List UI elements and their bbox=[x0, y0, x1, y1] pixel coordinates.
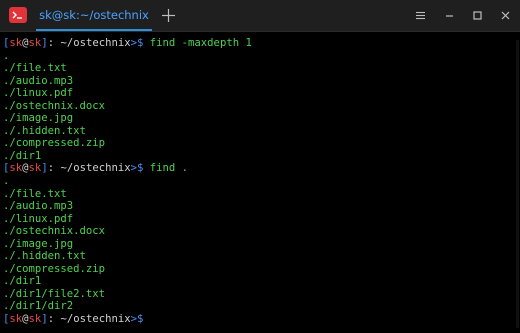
tab-title: sk@sk:~/ostechnix bbox=[39, 8, 149, 22]
prompt-path: ~/ostechnix bbox=[60, 313, 131, 326]
minimize-icon bbox=[446, 15, 453, 17]
terminal-icon bbox=[9, 7, 27, 23]
prompt-symbol: >$ bbox=[130, 313, 150, 326]
prompt-line: [sk@sk]: ~/ostechnix>$ bbox=[3, 313, 517, 326]
new-tab-button[interactable] bbox=[160, 7, 177, 24]
output-line: ./compressed.zip bbox=[3, 137, 106, 150]
prompt-separator: : bbox=[47, 313, 61, 326]
prompt-user: sk bbox=[9, 313, 23, 326]
prompt-path: ~/ostechnix bbox=[60, 37, 131, 49]
prompt-separator: : bbox=[47, 162, 61, 175]
menu-button[interactable] bbox=[412, 7, 429, 24]
hamburger-menu-icon bbox=[416, 11, 425, 20]
scrollbar[interactable] bbox=[516, 40, 519, 328]
maximize-icon bbox=[473, 11, 482, 20]
prompt-host: sk bbox=[28, 162, 42, 175]
prompt-line: [sk@sk]: ~/ostechnix>$ find -maxdepth 1 bbox=[3, 37, 517, 50]
output-line: ./audio.mp3 bbox=[3, 200, 74, 213]
title-bar: sk@sk:~/ostechnix bbox=[0, 0, 520, 32]
plus-icon bbox=[162, 9, 175, 22]
output-line: ./linux.pdf bbox=[3, 87, 74, 100]
output-line: . bbox=[3, 49, 10, 62]
maximize-button[interactable] bbox=[469, 7, 486, 24]
output-line: ./linux.pdf bbox=[3, 212, 74, 225]
output-line: ./.hidden.txt bbox=[3, 250, 86, 263]
output-line: ./dir1/dir2 bbox=[3, 300, 74, 313]
output-line: ./ostechnix.docx bbox=[3, 225, 106, 238]
output-line: . bbox=[3, 175, 10, 188]
output-line: ./image.jpg bbox=[3, 112, 74, 125]
terminal-output[interactable]: [sk@sk]: ~/ostechnix>$ find -maxdepth 1.… bbox=[3, 37, 517, 331]
prompt-host: sk bbox=[28, 313, 42, 326]
prompt-symbol: >$ bbox=[130, 162, 150, 175]
prompt-separator: : bbox=[47, 37, 61, 49]
output-line: ./image.jpg bbox=[3, 237, 74, 250]
output-line: ./compressed.zip bbox=[3, 262, 106, 275]
command-text: find . bbox=[149, 162, 189, 175]
output-line: ./dir1 bbox=[3, 149, 42, 162]
output-line: ./dir1 bbox=[3, 275, 42, 288]
prompt-user: sk bbox=[9, 162, 23, 175]
output-line: ./audio.mp3 bbox=[3, 74, 74, 87]
output-line: ./file.txt bbox=[3, 62, 67, 75]
close-button[interactable] bbox=[497, 7, 514, 24]
prompt-line: [sk@sk]: ~/ostechnix>$ find . bbox=[3, 162, 517, 175]
close-icon bbox=[501, 11, 510, 20]
minimize-button[interactable] bbox=[441, 7, 458, 24]
output-line: ./ostechnix.docx bbox=[3, 99, 106, 112]
output-line: ./.hidden.txt bbox=[3, 124, 86, 137]
tab-terminal-session[interactable]: sk@sk:~/ostechnix bbox=[36, 0, 152, 31]
prompt-symbol: >$ bbox=[130, 37, 150, 49]
prompt-user: sk bbox=[9, 37, 23, 49]
output-line: ./dir1/file2.txt bbox=[3, 287, 106, 300]
prompt-host: sk bbox=[28, 37, 42, 49]
terminal-window: sk@sk:~/ostechnix [sk@sk]: ~/ostechnix>$… bbox=[0, 0, 520, 333]
command-text: find -maxdepth 1 bbox=[149, 37, 252, 49]
prompt-path: ~/ostechnix bbox=[60, 162, 131, 175]
output-line: ./file.txt bbox=[3, 187, 67, 200]
